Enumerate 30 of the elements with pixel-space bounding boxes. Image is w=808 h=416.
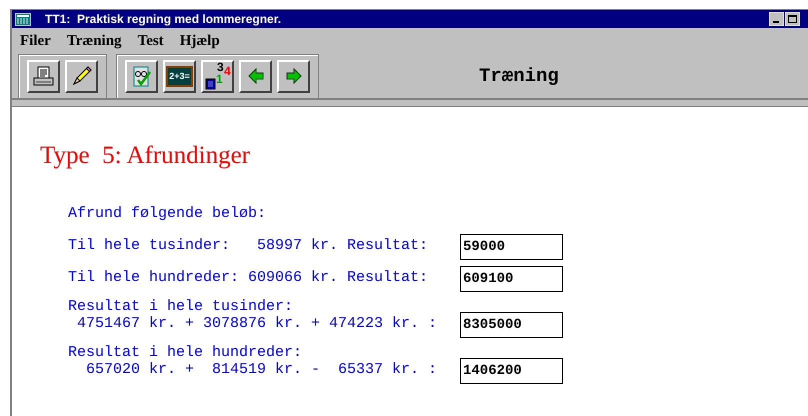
- menu-item[interactable]: Træning: [66, 30, 122, 52]
- maximize-button[interactable]: [785, 12, 800, 26]
- left-arrow-icon: [246, 66, 266, 86]
- heading: Type 5: Afrundinger: [40, 141, 252, 171]
- numbers-button[interactable]: 34 1: [201, 60, 234, 92]
- question-text: Til hele tusinder: 58997 kr. Resultat:: [68, 237, 430, 256]
- printer-button[interactable]: [27, 60, 60, 92]
- menu-item[interactable]: Test: [138, 30, 164, 52]
- pencil-button[interactable]: [65, 60, 98, 92]
- chalkboard-button[interactable]: 2+3=: [163, 60, 196, 92]
- notebook-icon: [205, 76, 217, 90]
- instruction-text: Afrund følgende beløb:: [68, 205, 268, 222]
- answer-field[interactable]: 1406200: [460, 358, 563, 384]
- menu-item[interactable]: Filer: [20, 30, 51, 52]
- minimize-button[interactable]: [769, 12, 784, 26]
- printer-icon: [31, 64, 56, 88]
- answer-field[interactable]: 59000: [460, 234, 563, 260]
- window-title: TT1: Praktisk regning med lommeregner.: [45, 11, 282, 28]
- question-text: Resultat i hele hundreder: 657020 kr. + 814519 kr. - 65337 kr. :: [68, 344, 438, 380]
- right-arrow-icon: [284, 66, 304, 86]
- mode-label: Træning: [479, 64, 559, 89]
- question-text: Resultat i hele tusinder: 4751467 kr. + 3078876 kr. + 474223 kr. :: [68, 298, 438, 334]
- menu-item[interactable]: Hjælp: [180, 30, 220, 52]
- forward-button[interactable]: [277, 60, 310, 92]
- back-button[interactable]: [239, 60, 272, 92]
- checked-document-button[interactable]: [125, 60, 158, 92]
- question-text: Til hele hundreder: 609066 kr. Resultat:: [68, 269, 430, 288]
- answer-field[interactable]: 8305000: [460, 312, 563, 338]
- app-icon: [15, 12, 31, 26]
- answer-field[interactable]: 609100: [460, 266, 563, 292]
